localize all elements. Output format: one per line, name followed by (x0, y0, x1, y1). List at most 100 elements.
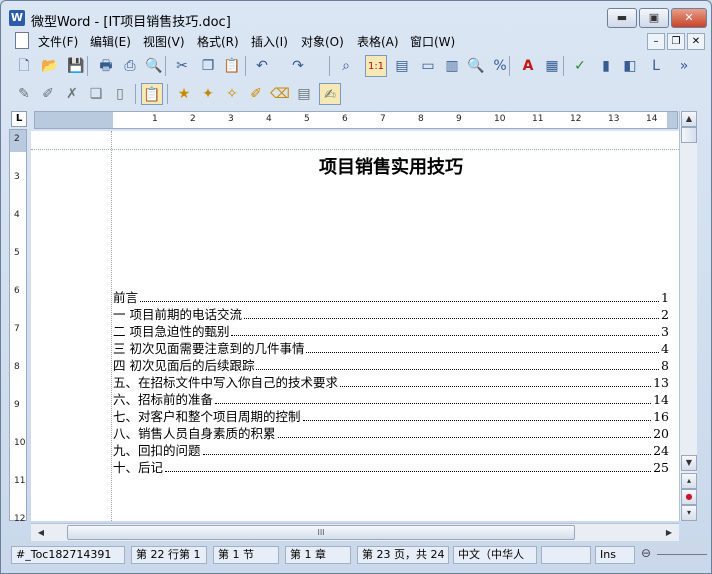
toc-entry[interactable]: 前言 1 (113, 289, 669, 306)
ruler-number: 7 (14, 324, 20, 334)
status-pages: 第 23 页，共 24 (357, 546, 449, 564)
zoom-slider[interactable] (657, 554, 707, 555)
page-view-icon[interactable]: ▤ (391, 55, 413, 77)
minimize-button[interactable]: ▬ (607, 8, 637, 28)
document-icon[interactable] (15, 32, 29, 49)
scroll-up-button[interactable]: ▲ (681, 111, 697, 127)
vertical-scroll-thumb[interactable] (681, 127, 697, 143)
toc-entry[interactable]: 九、回扣的问题 24 (113, 442, 669, 459)
title-bar: W 微型Word - [IT项目销售技巧.doc] ▬ ▣ ✕ (1, 1, 711, 31)
toc-entry-text: 六、招标前的准备 (113, 392, 214, 407)
normal-view-icon[interactable]: ▭ (417, 55, 439, 77)
two-page-icon[interactable]: ▥ (441, 55, 463, 77)
tab-selector[interactable]: L (11, 111, 27, 127)
doc-close-button[interactable]: ✕ (687, 33, 705, 50)
star-icon[interactable]: ★ (173, 83, 195, 105)
chart-icon[interactable]: ▮ (595, 55, 617, 77)
toc-page-number: 14 (653, 392, 669, 407)
star-pen-icon[interactable]: ✦ (197, 83, 219, 105)
object-icon[interactable]: ◧ (619, 55, 641, 77)
toc-entry[interactable]: 二 项目急迫性的甄别 3 (113, 323, 669, 340)
edit-mark-icon[interactable]: ✎ (13, 83, 35, 105)
status-insert-mode[interactable]: Ins (595, 546, 635, 564)
toc-entry[interactable]: 六、招标前的准备 14 (113, 391, 669, 408)
maximize-button[interactable]: ▣ (639, 8, 669, 28)
menu-window[interactable]: 窗口(W) (410, 33, 455, 50)
menu-view[interactable]: 视图(V) (143, 33, 185, 50)
eraser-icon[interactable]: ⌫ (269, 83, 291, 105)
find-icon[interactable]: ⌕ (335, 55, 357, 77)
zoom-100-icon[interactable]: 1:1 (365, 55, 387, 77)
zoom-out-icon[interactable]: ⊖ (641, 546, 651, 560)
close-button[interactable]: ✕ (671, 8, 707, 28)
undo-icon[interactable]: ↶ (251, 55, 273, 77)
menu-file[interactable]: 文件(F) (38, 33, 78, 50)
window-title: 微型Word - [IT项目销售技巧.doc] (31, 15, 231, 30)
toc-entry-text: 九、回扣的问题 (113, 443, 201, 458)
edit-toolbar: ✎ ✐ ✗ ❏ ▯ 📋 ★ ✦ ✧ ✐ ⌫ ▤ ✍ (9, 81, 349, 107)
magnifier-icon[interactable]: 🔍 (465, 55, 487, 77)
l-icon[interactable]: L (645, 55, 667, 77)
toc-entry[interactable]: 五、在招标文件中写入你自己的技术要求 13 (113, 374, 669, 391)
toc-entry[interactable]: 十、后记 25 (113, 459, 669, 476)
pdf-icon[interactable]: ⎙ (119, 55, 141, 77)
browse-object-button[interactable]: ● (681, 489, 697, 505)
brush-icon[interactable]: ✧ (221, 83, 243, 105)
clipboard-icon[interactable]: 📋 (141, 83, 163, 105)
open-folder-icon[interactable]: 📂 (39, 55, 61, 77)
menu-edit[interactable]: 编辑(E) (90, 33, 131, 50)
menu-insert[interactable]: 插入(I) (251, 33, 288, 50)
scroll-down-button[interactable]: ▼ (681, 455, 697, 471)
save-icon[interactable]: 💾 (65, 55, 87, 77)
horizontal-scrollbar[interactable]: ◀ III ▶ (31, 523, 679, 541)
menu-table[interactable]: 表格(A) (357, 33, 399, 50)
paste-icon[interactable]: 📋 (221, 55, 243, 77)
right-margin-shade (667, 112, 677, 128)
next-page-button[interactable]: ▾ (681, 505, 697, 521)
ruler-number: 5 (14, 248, 20, 258)
vertical-scrollbar[interactable]: ▲ ▼ ▴ ● ▾ (679, 111, 697, 521)
spell-check-icon[interactable]: ✓ (569, 55, 591, 77)
toc-entry[interactable]: 八、销售人员自身素质的积累 20 (113, 425, 669, 442)
more-icon[interactable]: » (673, 55, 695, 77)
redo-icon[interactable]: ↷ (287, 55, 309, 77)
toc-page-number: 1 (661, 290, 669, 305)
vertical-ruler[interactable]: 2 3 4 5 6 7 8 9 10 11 12 (9, 129, 27, 524)
doc-outline-icon[interactable]: ▯ (109, 83, 131, 105)
toc-leader-dots (215, 391, 652, 404)
toc-page-number: 2 (661, 307, 669, 322)
toc-entry[interactable]: 四 初次见面后的后续跟踪 8 (113, 357, 669, 374)
print-preview-icon[interactable]: 🔍 (143, 55, 165, 77)
toc-entry-text: 前言 (113, 290, 139, 305)
toc-entry[interactable]: 三 初次见面需要注意到的几件事情 4 (113, 340, 669, 357)
new-doc-icon[interactable]: 🗋 (13, 55, 35, 77)
copy-doc-icon[interactable]: ❏ (85, 83, 107, 105)
horizontal-ruler[interactable]: 1 2 3 4 5 6 7 8 9 10 11 12 13 14 (34, 111, 678, 129)
menu-format[interactable]: 格式(R) (197, 33, 239, 50)
toolbar-separator (135, 84, 136, 104)
zoom-percent-icon[interactable]: % (489, 55, 511, 77)
doc-minimize-button[interactable]: – (647, 33, 665, 50)
copy-icon[interactable]: ❐ (197, 55, 219, 77)
document-page[interactable]: 项目销售实用技巧 前言 1 一 项目前期的电话交流 2 二 项目急迫性的甄别 3 三 初次见… (31, 131, 679, 521)
edit-pen-icon[interactable]: ✐ (37, 83, 59, 105)
delete-mark-icon[interactable]: ✗ (61, 83, 83, 105)
notes-icon[interactable]: ▤ (293, 83, 315, 105)
text-box-icon[interactable]: ▦ (541, 55, 563, 77)
marker-icon[interactable]: ✐ (245, 83, 267, 105)
doc-restore-button[interactable]: ❐ (667, 33, 685, 50)
scroll-left-button[interactable]: ◀ (33, 525, 49, 541)
toc-page-number: 8 (661, 358, 669, 373)
menu-object[interactable]: 对象(O) (301, 33, 344, 50)
font-icon[interactable]: A (517, 55, 539, 77)
word-app-icon[interactable]: W (9, 10, 25, 26)
print-icon[interactable]: 🖶 (95, 55, 117, 77)
toc-entry-text: 一 项目前期的电话交流 (113, 307, 242, 322)
scroll-right-button[interactable]: ▶ (661, 525, 677, 541)
toc-entry[interactable]: 七、对客户和整个项目周期的控制 16 (113, 408, 669, 425)
horizontal-scroll-thumb[interactable]: III (67, 525, 575, 540)
toc-entry[interactable]: 一 项目前期的电话交流 2 (113, 306, 669, 323)
review-icon[interactable]: ✍ (319, 83, 341, 105)
cut-icon[interactable]: ✂ (171, 55, 193, 77)
prev-page-button[interactable]: ▴ (681, 473, 697, 489)
